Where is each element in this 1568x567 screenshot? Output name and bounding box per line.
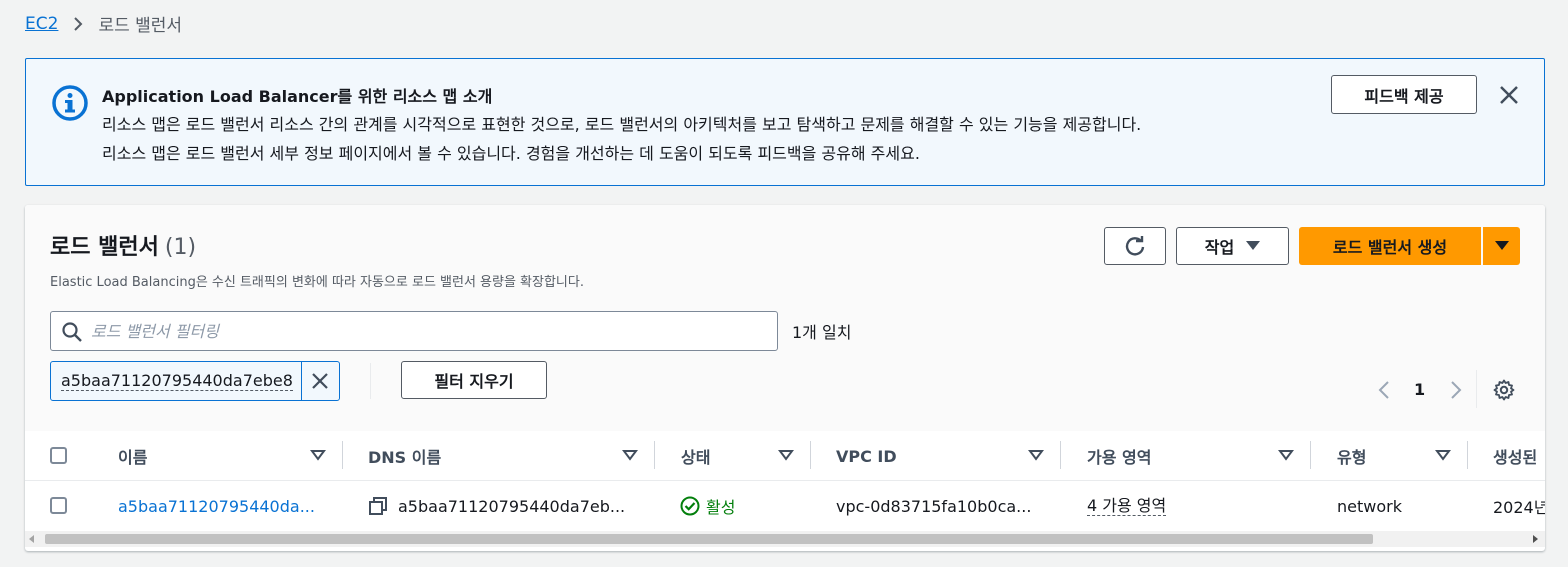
column-divider[interactable] — [810, 441, 811, 469]
flash-message-line: 리소스 맵은 로드 밸런서 리소스 간의 관계를 시각적으로 표현한 것으로, … — [102, 115, 1142, 134]
filter-token: a5baa71120795440da7ebe8 — [50, 361, 340, 401]
column-header-name[interactable]: 이름 — [118, 431, 147, 481]
sort-icon[interactable] — [310, 447, 326, 463]
current-page-number[interactable]: 1 — [1414, 380, 1425, 399]
copy-icon[interactable] — [368, 496, 388, 516]
scroll-right-arrow-icon[interactable] — [1533, 535, 1538, 543]
column-header-dns[interactable]: DNS 이름 — [368, 431, 441, 481]
availability-zones-popover[interactable]: 4 가용 영역 — [1087, 496, 1167, 516]
chevron-right-icon — [74, 16, 83, 31]
actions-label: 작업 — [1204, 238, 1235, 257]
search-field[interactable] — [50, 311, 778, 351]
availability-zones-cell: 4 가용 영역 — [1087, 481, 1167, 531]
column-header-availability-zones[interactable]: 가용 영역 — [1087, 431, 1151, 481]
actions-dropdown-button[interactable]: 작업 — [1176, 227, 1289, 265]
info-flashbar: Application Load Balancer를 위한 리소스 맵 소개 리… — [25, 58, 1545, 186]
select-all-checkbox[interactable] — [50, 447, 67, 464]
column-divider[interactable] — [342, 441, 343, 469]
breadcrumb-current: 로드 밸런서 — [98, 16, 183, 36]
column-header-created[interactable]: 생성된 — [1493, 431, 1537, 481]
dns-name-text: a5baa71120795440da7eb... — [398, 496, 626, 516]
info-icon — [52, 85, 88, 121]
flash-title: Application Load Balancer를 위한 리소스 맵 소개 — [102, 87, 493, 106]
caret-down-icon — [1494, 241, 1509, 250]
sort-icon[interactable] — [1435, 447, 1451, 463]
sort-icon[interactable] — [778, 447, 794, 463]
chevron-right-icon[interactable] — [1445, 380, 1465, 400]
token-divider — [301, 362, 302, 400]
page-title: 로드 밸런서 (1) — [50, 229, 196, 261]
refresh-icon — [1125, 236, 1145, 256]
horizontal-scrollbar[interactable] — [25, 531, 1545, 547]
status-text: 활성 — [706, 498, 736, 517]
created-cell: 2024년 — [1493, 498, 1545, 517]
refresh-button[interactable] — [1104, 227, 1166, 265]
vpc-id-cell: vpc-0d83715fa10b0ca... — [836, 496, 1032, 516]
search-icon — [62, 322, 82, 342]
status-cell: 활성 — [680, 481, 735, 531]
item-count: (1) — [164, 235, 197, 260]
chevron-left-icon[interactable] — [1375, 380, 1395, 400]
close-icon[interactable] — [309, 370, 331, 392]
type-cell: network — [1337, 496, 1402, 516]
load-balancer-name-link[interactable]: a5baa71120795440da... — [118, 481, 315, 531]
row-checkbox[interactable] — [50, 497, 67, 514]
column-divider[interactable] — [654, 441, 655, 469]
sort-icon[interactable] — [1028, 447, 1044, 463]
column-divider[interactable] — [1060, 441, 1061, 469]
match-count: 1개 일치 — [792, 323, 852, 342]
table-header: 이름 DNS 이름 상태 VPC ID 가용 영역 유형 생성된 — [25, 431, 1545, 481]
column-divider[interactable] — [1310, 441, 1311, 469]
scroll-left-arrow-icon[interactable] — [29, 535, 34, 543]
create-options-dropdown-button[interactable] — [1483, 227, 1520, 265]
breadcrumb-ec2-link[interactable]: EC2 — [25, 14, 58, 34]
caret-down-icon — [1246, 241, 1261, 250]
gear-icon[interactable] — [1492, 378, 1516, 402]
divider — [1476, 370, 1477, 408]
clear-filters-button[interactable]: 필터 지우기 — [401, 361, 547, 399]
table-row[interactable]: a5baa71120795440da... a5baa71120795440da… — [25, 481, 1545, 531]
dns-name-cell: a5baa71120795440da7eb... — [368, 481, 625, 531]
breadcrumb: EC2 로드 밸런서 — [25, 11, 183, 37]
status-success-icon — [680, 496, 700, 516]
column-header-status[interactable]: 상태 — [681, 431, 710, 481]
panel-title-text: 로드 밸런서 — [50, 235, 159, 260]
panel-description: Elastic Load Balancing은 수신 트래픽의 변화에 따라 자… — [50, 275, 584, 290]
column-header-type[interactable]: 유형 — [1337, 431, 1366, 481]
flash-message-line: 리소스 맵은 로드 밸런서 세부 정보 페이지에서 볼 수 있습니다. 경험을 … — [102, 144, 920, 163]
sort-icon[interactable] — [622, 447, 638, 463]
column-header-vpc-id[interactable]: VPC ID — [836, 431, 897, 481]
filter-token-label[interactable]: a5baa71120795440da7ebe8 — [61, 372, 293, 391]
feedback-button[interactable]: 피드백 제공 — [1331, 75, 1477, 114]
divider — [370, 363, 371, 399]
search-input[interactable] — [91, 316, 761, 346]
close-icon[interactable] — [1495, 81, 1523, 109]
sort-icon[interactable] — [1278, 447, 1294, 463]
scrollbar-thumb[interactable] — [45, 534, 1373, 544]
load-balancers-panel: 로드 밸런서 (1) Elastic Load Balancing은 수신 트래픽… — [25, 205, 1545, 551]
create-load-balancer-button[interactable]: 로드 밸런서 생성 — [1299, 227, 1481, 265]
column-divider[interactable] — [1467, 441, 1468, 469]
